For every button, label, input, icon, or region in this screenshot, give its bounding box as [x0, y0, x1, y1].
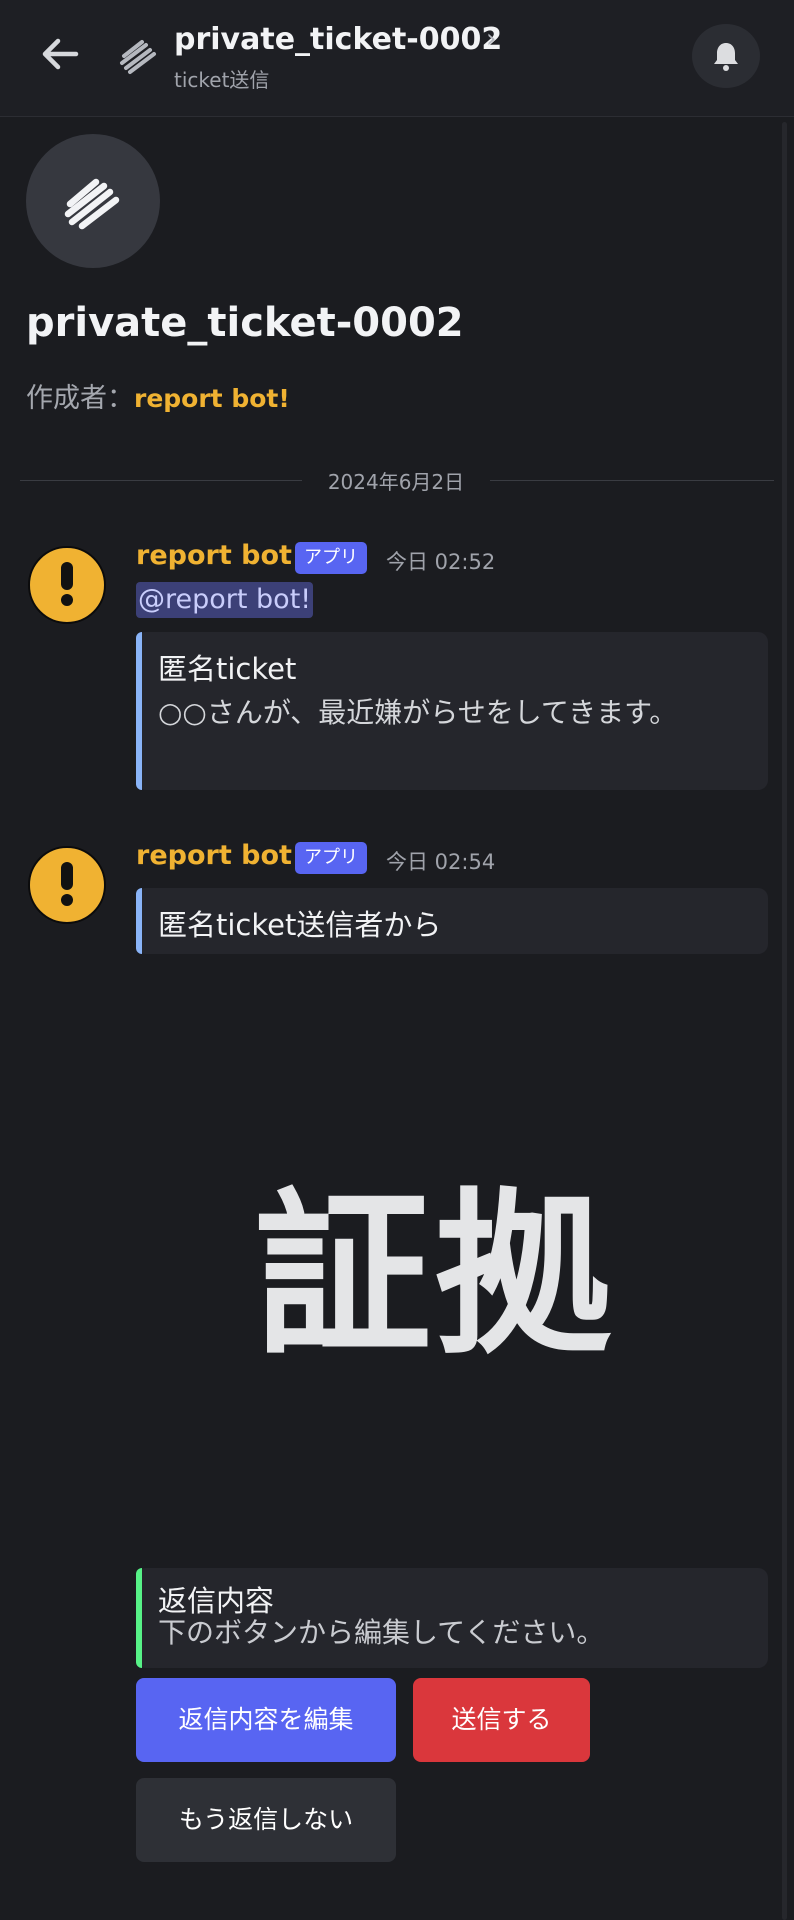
embed-accent-bar — [136, 632, 142, 790]
thread-icon — [64, 178, 120, 230]
no-reply-button[interactable]: もう返信しない — [136, 1778, 396, 1862]
message-timestamp: 今日 02:52 — [386, 550, 496, 574]
message-author[interactable]: report bot! — [136, 540, 304, 571]
notification-button[interactable] — [692, 24, 760, 88]
thread-icon — [116, 36, 160, 76]
exclamation-icon — [61, 862, 73, 906]
channel-intro-title: private_ticket-0002 — [26, 300, 464, 346]
embed-card: 匿名ticket送信者から — [136, 888, 768, 954]
app-badge: アプリ — [295, 542, 367, 574]
attachment-image[interactable]: 証拠 — [250, 1176, 620, 1376]
channel-subtitle: ticket送信 — [174, 68, 270, 92]
channel-title[interactable]: private_ticket-0002 — [174, 22, 502, 57]
creator-label: 作成者： — [26, 383, 134, 414]
edit-reply-button[interactable]: 返信内容を編集 — [136, 1678, 396, 1762]
embed-title: 匿名ticket送信者から — [158, 908, 442, 942]
message-author[interactable]: report bot! — [136, 840, 304, 871]
back-button[interactable] — [36, 30, 84, 78]
embed-title: 匿名ticket — [158, 652, 297, 686]
send-button[interactable]: 送信する — [413, 1678, 590, 1762]
message-timestamp: 今日 02:54 — [386, 850, 496, 874]
app-badge: アプリ — [295, 842, 367, 874]
divider-line — [490, 480, 774, 481]
arrow-left-icon — [42, 38, 79, 70]
avatar[interactable] — [28, 546, 106, 624]
scrollbar[interactable] — [782, 122, 787, 1920]
exclamation-icon — [61, 562, 73, 606]
creator-name[interactable]: report bot! — [134, 384, 290, 413]
date-divider: 2024年6月2日 — [327, 470, 465, 494]
top-bar: private_ticket-0002 › ticket送信 — [0, 0, 794, 117]
embed-description: ○○さんが、最近嫌がらせをしてきます。 — [158, 696, 678, 729]
embed-description: 下のボタンから編集してください。 — [158, 1616, 605, 1649]
bell-icon — [714, 43, 738, 71]
embed-card: 匿名ticket ○○さんが、最近嫌がらせをしてきます。 — [136, 632, 768, 790]
embed-accent-bar — [136, 1568, 142, 1668]
reply-embed-card: 返信内容 下のボタンから編集してください。 — [136, 1568, 768, 1668]
divider-line — [20, 480, 302, 481]
channel-avatar — [26, 134, 160, 268]
user-mention[interactable]: @report bot! — [136, 582, 314, 618]
embed-accent-bar — [136, 888, 142, 954]
avatar[interactable] — [28, 846, 106, 924]
creator-line: 作成者：report bot! — [26, 376, 290, 415]
chevron-right-icon[interactable]: › — [486, 24, 496, 54]
